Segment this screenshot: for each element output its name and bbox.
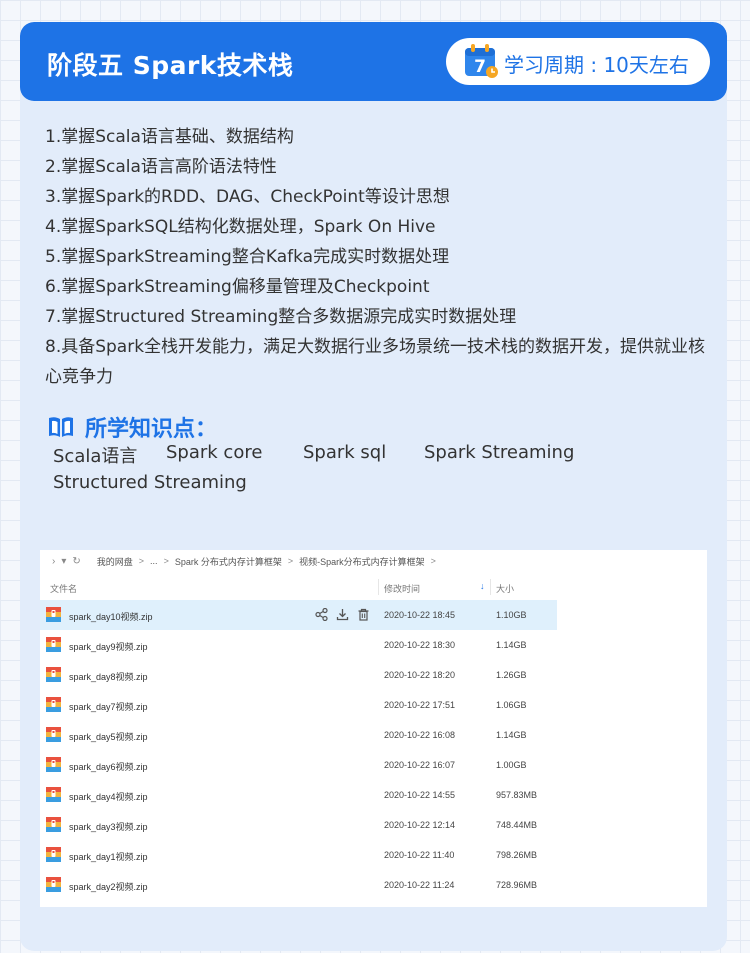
column-divider — [490, 579, 491, 595]
sort-down-icon[interactable]: ↓ — [480, 581, 485, 591]
file-size: 957.83MB — [496, 790, 538, 800]
column-name[interactable]: 文件名 — [50, 582, 77, 595]
zip-file-icon — [46, 697, 61, 712]
breadcrumb-item[interactable]: Spark 分布式内存计算框架 — [175, 555, 282, 568]
zip-file-icon — [46, 757, 61, 772]
learning-goals: 1.掌握Scala语言基础、数据结构 2.掌握Scala语言高阶语法特性 3.掌… — [45, 122, 725, 392]
stage-title: 阶段五 Spark技术栈 — [47, 51, 294, 80]
zip-file-icon — [46, 877, 61, 892]
goal-item: 1.掌握Scala语言基础、数据结构 — [45, 127, 294, 147]
stage-header: 阶段五 Spark技术栈 7 学习周期 : 10天左右 — [20, 22, 727, 101]
delete-icon[interactable] — [357, 608, 370, 621]
goal-item: 5.掌握SparkStreaming整合Kafka完成实时数据处理 — [45, 247, 450, 267]
file-name: spark_day2视频.zip — [69, 882, 148, 892]
refresh-icon[interactable]: ↻ — [72, 556, 80, 567]
zip-file-icon — [46, 727, 61, 742]
file-name: spark_day4视频.zip — [69, 792, 148, 802]
file-date: 2020-10-22 12:14 — [384, 820, 456, 830]
column-size[interactable]: 大小 — [496, 582, 514, 595]
file-row[interactable]: spark_day5视频.zip 2020-10-22 16:08 1.14GB — [40, 720, 557, 750]
breadcrumb-item[interactable]: 视频-Spark分布式内存计算框架 — [299, 555, 425, 568]
knowledge-item: Spark Streaming — [424, 442, 575, 463]
zip-file-icon — [46, 817, 61, 832]
file-date: 2020-10-22 17:51 — [384, 700, 456, 710]
file-row[interactable]: spark_day7视频.zip 2020-10-22 17:51 1.06GB — [40, 690, 557, 720]
book-icon — [49, 417, 73, 437]
calendar-icon: 7 — [465, 44, 498, 78]
file-date: 2020-10-22 18:30 — [384, 640, 456, 650]
file-name: spark_day1视频.zip — [69, 852, 148, 862]
breadcrumb-separator: > — [287, 556, 294, 566]
file-size: 1.06GB — [496, 700, 527, 710]
knowledge-item: Spark core — [166, 442, 263, 463]
file-date: 2020-10-22 18:45 — [384, 610, 456, 620]
breadcrumb: › ▾ ↻ 我的网盘 > ... > Spark 分布式内存计算框架 > 视频-… — [40, 550, 707, 572]
file-name: spark_day8视频.zip — [69, 672, 148, 682]
file-manager-screenshot: › ▾ ↻ 我的网盘 > ... > Spark 分布式内存计算框架 > 视频-… — [40, 550, 707, 907]
file-size: 748.44MB — [496, 820, 538, 830]
column-divider — [378, 579, 379, 595]
column-header: 文件名 修改时间 ↓ 大小 — [40, 576, 557, 598]
zip-file-icon — [46, 607, 61, 622]
column-modified[interactable]: 修改时间 — [384, 582, 420, 595]
file-name: spark_day7视频.zip — [69, 702, 148, 712]
file-date: 2020-10-22 11:40 — [384, 850, 455, 860]
file-date: 2020-10-22 16:08 — [384, 730, 456, 740]
file-size: 798.26MB — [496, 850, 538, 860]
file-date: 2020-10-22 16:07 — [384, 760, 456, 770]
file-size: 1.00GB — [496, 760, 527, 770]
file-name: spark_day6视频.zip — [69, 762, 148, 772]
goal-item: 6.掌握SparkStreaming偏移量管理及Checkpoint — [45, 277, 430, 297]
file-row[interactable]: spark_day9视频.zip 2020-10-22 18:30 1.14GB — [40, 630, 557, 660]
file-size: 1.14GB — [496, 640, 527, 650]
file-row[interactable]: spark_day8视频.zip 2020-10-22 18:20 1.26GB — [40, 660, 557, 690]
file-row[interactable]: spark_day3视频.zip 2020-10-22 12:14 748.44MB — [40, 810, 557, 840]
goal-item: 4.掌握SparkSQL结构化数据处理，Spark On Hive — [45, 217, 436, 237]
breadcrumb-separator: > — [430, 556, 436, 566]
knowledge-item: Scala语言 — [53, 446, 138, 467]
study-cycle-badge: 7 学习周期 : 10天左右 — [446, 38, 710, 85]
svg-text:7: 7 — [474, 57, 486, 77]
breadcrumb-separator: > — [163, 556, 169, 566]
file-row[interactable]: spark_day2视频.zip 2020-10-22 11:24 728.96MB — [40, 870, 557, 900]
zip-file-icon — [46, 667, 61, 682]
file-name: spark_day9视频.zip — [69, 642, 148, 652]
file-size: 1.10GB — [496, 610, 527, 620]
goal-item: 2.掌握Scala语言高阶语法特性 — [45, 157, 277, 177]
file-name: spark_day3视频.zip — [69, 822, 148, 832]
goal-item: 3.掌握Spark的RDD、DAG、CheckPoint等设计思想 — [45, 187, 450, 207]
chevron-right-icon[interactable]: › — [52, 556, 55, 567]
breadcrumb-item[interactable]: ... — [150, 556, 158, 566]
breadcrumb-separator: > — [138, 556, 145, 566]
zip-file-icon — [46, 847, 61, 862]
row-actions — [315, 608, 370, 621]
file-row[interactable]: spark_day1视频.zip 2020-10-22 11:40 798.26MB — [40, 840, 557, 870]
file-size: 728.96MB — [496, 880, 538, 890]
file-name: spark_day10视频.zip — [69, 612, 153, 622]
goal-item: 7.掌握Structured Streaming整合多数据源完成实时数据处理 — [45, 307, 517, 327]
goal-item: 8.具备Spark全栈开发能力，满足大数据行业多场景统一技术栈的数据开发，提供就… — [45, 337, 706, 387]
file-date: 2020-10-22 14:55 — [384, 790, 456, 800]
knowledge-item: Structured Streaming — [53, 472, 247, 493]
knowledge-title: 所学知识点： — [85, 417, 218, 442]
knowledge-heading: 所学知识点： — [47, 412, 217, 442]
dropdown-triangle-icon[interactable]: ▾ — [61, 556, 66, 567]
file-date: 2020-10-22 18:20 — [384, 670, 456, 680]
breadcrumb-item[interactable]: 我的网盘 — [97, 555, 133, 568]
file-row[interactable]: spark_day10视频.zip 2020-10-22 18:45 1.10GB — [40, 600, 557, 630]
file-size: 1.26GB — [496, 670, 527, 680]
file-date: 2020-10-22 11:24 — [384, 880, 455, 890]
file-size: 1.14GB — [496, 730, 527, 740]
stage-card: 阶段五 Spark技术栈 7 学习周期 : 10天左右 1.掌握Scala语言基… — [20, 22, 727, 951]
file-row[interactable]: spark_day6视频.zip 2020-10-22 16:07 1.00GB — [40, 750, 557, 780]
zip-file-icon — [46, 637, 61, 652]
download-icon[interactable] — [336, 608, 349, 621]
file-name: spark_day5视频.zip — [69, 732, 148, 742]
knowledge-item: Spark sql — [303, 442, 387, 463]
share-icon[interactable] — [315, 608, 328, 621]
file-row[interactable]: spark_day4视频.zip 2020-10-22 14:55 957.83MB — [40, 780, 557, 810]
study-cycle-text: 学习周期 : 10天左右 — [504, 53, 689, 77]
zip-file-icon — [46, 787, 61, 802]
